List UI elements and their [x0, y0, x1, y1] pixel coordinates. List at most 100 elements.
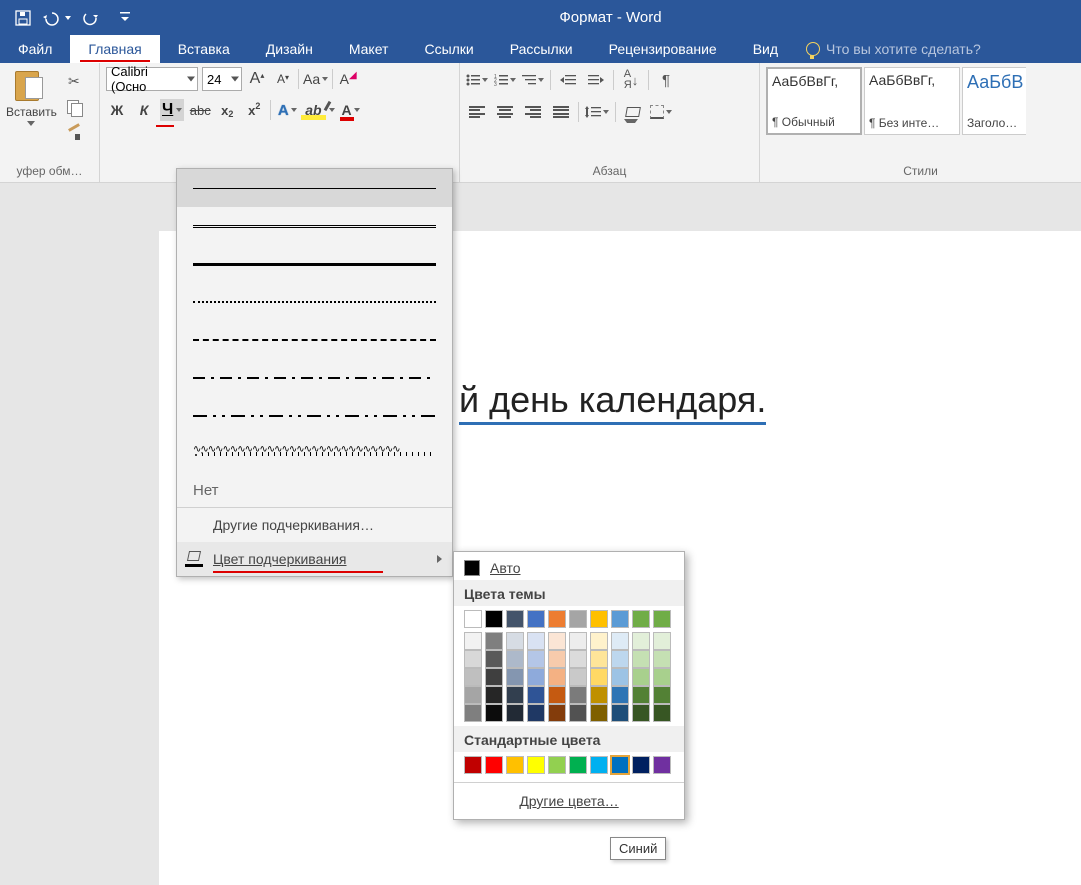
color-swatch[interactable] [527, 686, 545, 704]
font-size-combo[interactable]: 24 [202, 67, 242, 91]
grow-font-button[interactable]: A▴ [246, 68, 268, 90]
styles-gallery[interactable]: АаБбВвГг, ¶ Обычный АаБбВвГг, ¶ Без инте… [766, 67, 1026, 135]
color-swatch[interactable] [653, 686, 671, 704]
color-swatch[interactable] [569, 610, 587, 628]
color-swatch[interactable] [590, 610, 608, 628]
strikethrough-button[interactable]: abc [189, 99, 211, 121]
color-swatch[interactable] [464, 756, 482, 774]
tab-design[interactable]: Дизайн [248, 35, 331, 63]
font-color-button[interactable]: A [340, 99, 362, 121]
tab-references[interactable]: Ссылки [406, 35, 491, 63]
color-swatch[interactable] [569, 756, 587, 774]
tab-view[interactable]: Вид [735, 35, 796, 63]
justify-button[interactable] [550, 101, 572, 123]
color-swatch[interactable] [485, 704, 503, 722]
style-no-spacing[interactable]: АаБбВвГг, ¶ Без инте… [864, 67, 960, 135]
color-swatch[interactable] [632, 704, 650, 722]
save-button[interactable] [8, 3, 38, 33]
tab-insert[interactable]: Вставка [160, 35, 248, 63]
color-swatch[interactable] [506, 632, 524, 650]
multilevel-button[interactable] [522, 69, 544, 91]
color-swatch[interactable] [653, 632, 671, 650]
tell-me-search[interactable]: Что вы хотите сделать? [796, 35, 981, 63]
redo-button[interactable] [76, 3, 106, 33]
color-swatch[interactable] [653, 668, 671, 686]
color-swatch[interactable] [632, 632, 650, 650]
color-swatch[interactable] [464, 668, 482, 686]
color-swatch[interactable] [569, 704, 587, 722]
underline-style-double[interactable] [177, 207, 452, 245]
tab-mailings[interactable]: Рассылки [492, 35, 591, 63]
color-swatch[interactable] [527, 632, 545, 650]
align-right-button[interactable] [522, 101, 544, 123]
tab-file[interactable]: Файл [0, 35, 70, 63]
color-swatch[interactable] [485, 610, 503, 628]
color-swatch[interactable] [653, 704, 671, 722]
color-swatch[interactable] [464, 650, 482, 668]
shading-button[interactable] [622, 101, 644, 123]
bullets-button[interactable] [466, 69, 488, 91]
underline-style-thick[interactable] [177, 245, 452, 283]
color-swatch[interactable] [653, 650, 671, 668]
color-swatch[interactable] [590, 756, 608, 774]
color-swatch[interactable] [464, 704, 482, 722]
color-swatch[interactable] [569, 668, 587, 686]
color-swatch[interactable] [506, 610, 524, 628]
color-swatch[interactable] [485, 686, 503, 704]
more-colors[interactable]: Другие цвета… [454, 787, 684, 815]
line-spacing-button[interactable] [585, 101, 609, 123]
color-swatch[interactable] [569, 650, 587, 668]
color-swatch[interactable] [548, 650, 566, 668]
color-swatch[interactable] [506, 704, 524, 722]
color-swatch[interactable] [464, 686, 482, 704]
color-swatch[interactable] [527, 610, 545, 628]
color-swatch[interactable] [548, 756, 566, 774]
change-case-button[interactable]: Aa [303, 68, 328, 90]
style-normal[interactable]: АаБбВвГг, ¶ Обычный [766, 67, 862, 135]
tab-review[interactable]: Рецензирование [591, 35, 735, 63]
shrink-font-button[interactable]: A▾ [272, 68, 294, 90]
color-swatch[interactable] [485, 632, 503, 650]
underline-more[interactable]: Другие подчеркивания… [177, 508, 452, 542]
cut-button[interactable]: ✂ [63, 71, 85, 91]
color-swatch[interactable] [506, 650, 524, 668]
color-swatch[interactable] [611, 632, 629, 650]
color-swatch[interactable] [569, 686, 587, 704]
color-swatch[interactable] [632, 668, 650, 686]
superscript-button[interactable]: x2 [243, 99, 265, 121]
color-swatch[interactable] [590, 686, 608, 704]
paste-button[interactable]: Вставить [6, 67, 57, 126]
color-swatch[interactable] [590, 704, 608, 722]
underline-style-dotted[interactable] [177, 283, 452, 321]
color-swatch[interactable] [506, 668, 524, 686]
color-swatch[interactable] [590, 650, 608, 668]
bold-button[interactable]: Ж [106, 99, 128, 121]
color-swatch[interactable] [632, 756, 650, 774]
style-heading1[interactable]: АаБбВ Заголово… [962, 67, 1026, 135]
color-swatch[interactable] [653, 756, 671, 774]
text-effects-button[interactable]: A [276, 99, 298, 121]
color-swatch[interactable] [569, 632, 587, 650]
align-center-button[interactable] [494, 101, 516, 123]
increase-indent-button[interactable] [585, 69, 607, 91]
qat-customize-button[interactable] [110, 3, 140, 33]
color-swatch[interactable] [653, 610, 671, 628]
tab-home[interactable]: Главная [70, 35, 159, 63]
align-left-button[interactable] [466, 101, 488, 123]
color-swatch[interactable] [548, 686, 566, 704]
font-name-combo[interactable]: Calibri (Осно [106, 67, 198, 91]
copy-button[interactable] [63, 97, 85, 117]
color-swatch[interactable] [464, 610, 482, 628]
color-swatch[interactable] [611, 756, 629, 774]
color-swatch[interactable] [611, 668, 629, 686]
show-marks-button[interactable]: ¶ [655, 69, 677, 91]
sort-button[interactable]: АЯ↓ [620, 69, 642, 91]
color-swatch[interactable] [464, 632, 482, 650]
color-swatch[interactable] [485, 650, 503, 668]
color-swatch[interactable] [632, 686, 650, 704]
color-swatch[interactable] [527, 668, 545, 686]
color-swatch[interactable] [590, 632, 608, 650]
color-swatch[interactable] [527, 756, 545, 774]
color-swatch[interactable] [506, 756, 524, 774]
color-swatch[interactable] [527, 650, 545, 668]
